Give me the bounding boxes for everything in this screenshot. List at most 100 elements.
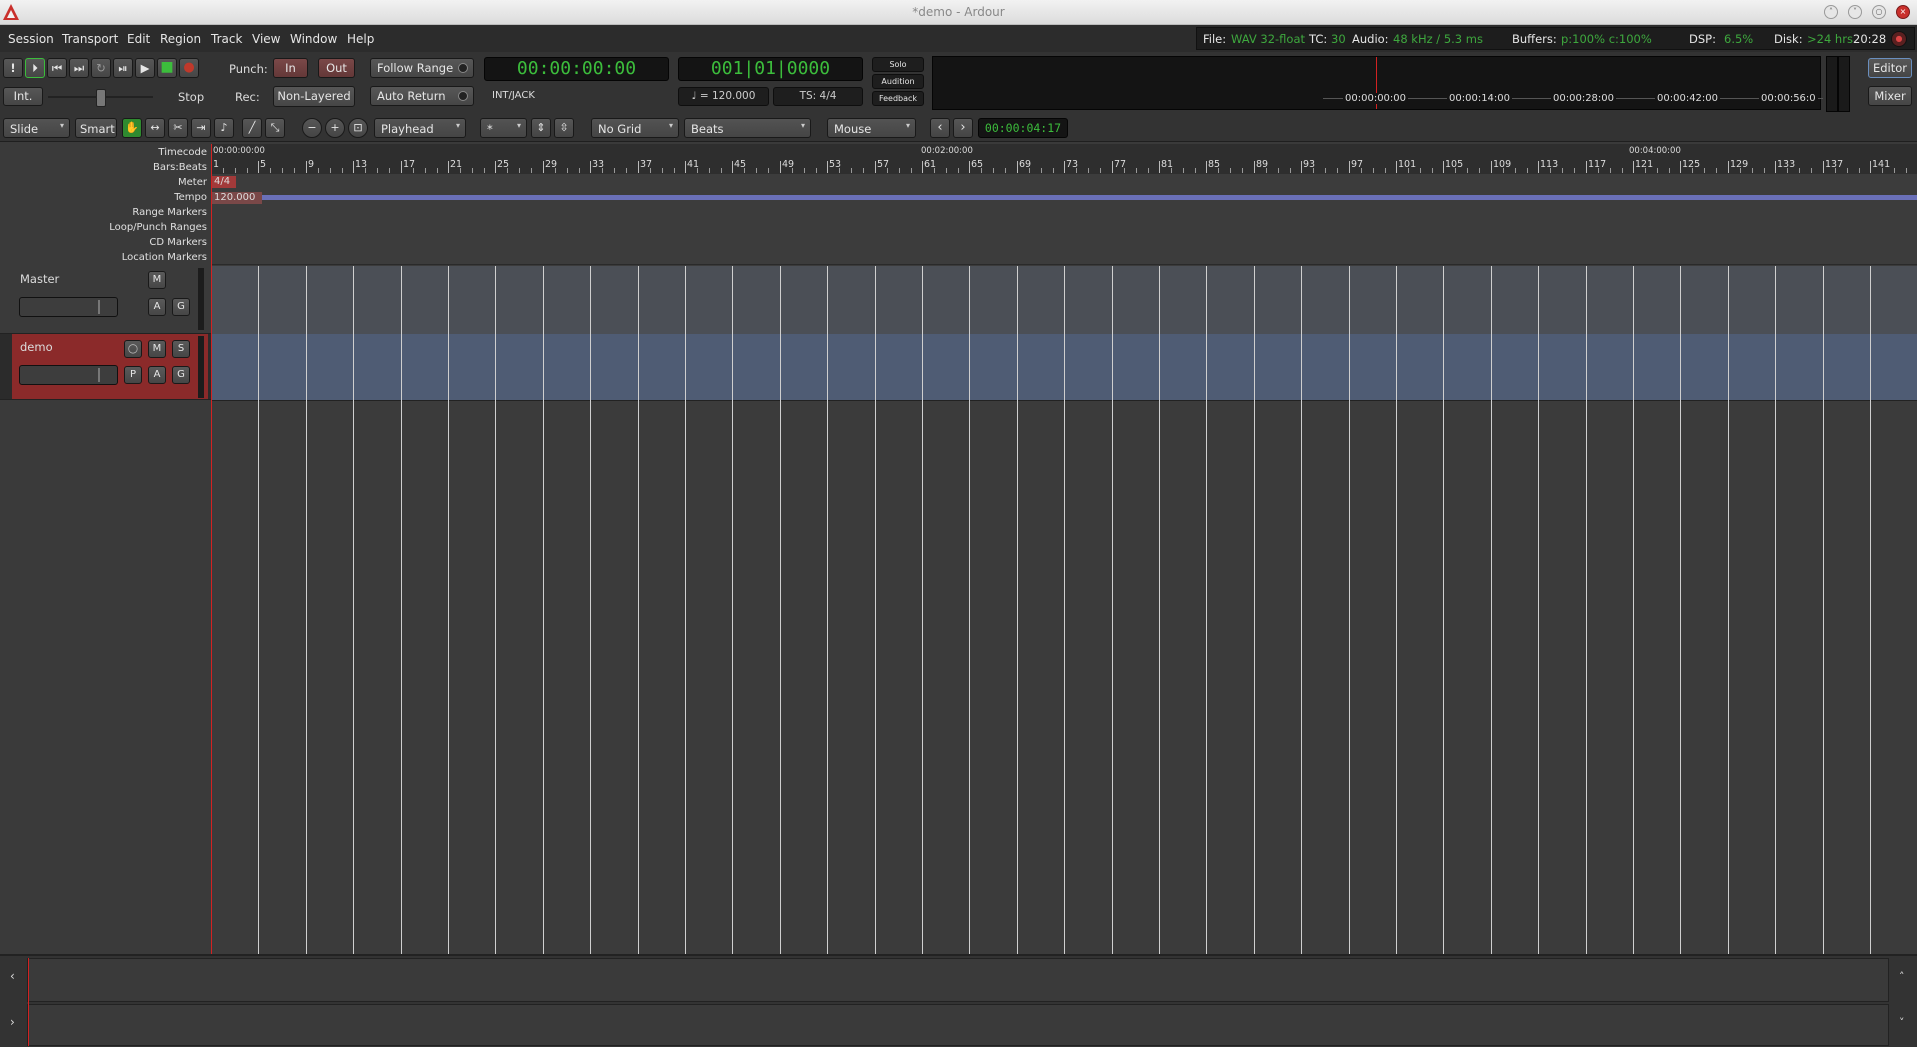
internal-edit-tool-icon[interactable]: ⤡: [265, 118, 285, 138]
nudge-forward-icon[interactable]: ›: [953, 118, 973, 138]
int-sync-button[interactable]: Int.: [3, 87, 43, 106]
demo-mute-button[interactable]: M: [148, 340, 166, 358]
draw-tool-icon[interactable]: ╱: [242, 118, 262, 138]
track-name-master[interactable]: Master: [20, 272, 59, 286]
master-group-button[interactable]: G: [172, 298, 190, 316]
track-header-master[interactable]: Master M A G: [0, 266, 211, 334]
goto-end-icon[interactable]: ⏭: [69, 58, 89, 78]
goto-start-icon[interactable]: ⏮: [47, 58, 67, 78]
mixer-button[interactable]: Mixer: [1868, 86, 1912, 106]
audition-tool-icon[interactable]: ♪: [214, 118, 234, 138]
play-icon[interactable]: ▶: [135, 58, 155, 78]
meter-ruler[interactable]: [211, 174, 1917, 190]
location-markers-ruler[interactable]: [211, 249, 1917, 265]
cd-markers-ruler[interactable]: [211, 234, 1917, 250]
punch-in-button[interactable]: In: [273, 58, 308, 78]
record-icon[interactable]: ●: [179, 58, 199, 78]
follow-range-button[interactable]: Follow Range: [370, 58, 474, 78]
tempo-display[interactable]: ♩ = 120.000: [678, 87, 769, 106]
demo-solo-button[interactable]: S: [172, 340, 190, 358]
editor-button[interactable]: Editor: [1868, 58, 1912, 78]
time-signature-display[interactable]: TS: 4/4: [773, 87, 863, 106]
track-name-demo[interactable]: demo: [20, 340, 53, 354]
summary-scroll-right-icon[interactable]: ›: [10, 1015, 15, 1029]
loop-icon[interactable]: ↻: [91, 58, 111, 78]
grid-type-dropdown[interactable]: Beats ▾: [684, 118, 811, 138]
grab-tool-icon[interactable]: ✋: [122, 118, 142, 138]
punch-out-button[interactable]: Out: [318, 58, 355, 78]
master-mute-button[interactable]: M: [148, 271, 166, 289]
grid-mode-dropdown[interactable]: No Grid ▾: [591, 118, 679, 138]
smart-mode-button[interactable]: Smart: [75, 118, 117, 138]
solo-indicator[interactable]: Solo: [872, 57, 924, 72]
stop-icon[interactable]: ■: [157, 58, 177, 78]
error-log-icon[interactable]: ●: [1891, 31, 1907, 47]
loop-punch-ruler[interactable]: [211, 219, 1917, 235]
demo-playlist-button[interactable]: P: [124, 366, 142, 384]
shrink-tracks-icon[interactable]: ⇕: [531, 118, 551, 138]
edit-mode-dropdown[interactable]: Slide ▾: [3, 118, 70, 138]
menu-help[interactable]: Help: [347, 32, 374, 46]
play-range-icon[interactable]: ⏯: [113, 58, 133, 78]
menu-session[interactable]: Session: [8, 32, 54, 46]
editor-canvas[interactable]: [211, 266, 1917, 954]
shuttle-slider-thumb[interactable]: [96, 89, 106, 107]
summary-scroll-down-icon[interactable]: ˅: [1899, 1016, 1905, 1029]
ruler-label-tempo[interactable]: Tempo: [174, 192, 207, 203]
ruler-label-range-markers[interactable]: Range Markers: [132, 207, 207, 218]
tempo-marker[interactable]: 120.000: [212, 192, 262, 204]
demo-gain-fader[interactable]: [19, 365, 118, 385]
stretch-tool-icon[interactable]: ⇥: [191, 118, 211, 138]
nudge-backward-icon[interactable]: ‹: [930, 118, 950, 138]
ruler-label-location-markers[interactable]: Location Markers: [122, 252, 207, 263]
summary-scroll-left-icon[interactable]: ‹: [10, 969, 15, 983]
meter-marker[interactable]: 4/4: [212, 176, 236, 188]
primary-clock[interactable]: 00:00:00:00: [484, 57, 669, 81]
menu-track[interactable]: Track: [211, 32, 242, 46]
zoom-out-icon[interactable]: −: [302, 118, 322, 138]
ruler-label-timecode[interactable]: Timecode: [158, 147, 207, 158]
range-markers-ruler[interactable]: [211, 204, 1917, 220]
window-close-icon[interactable]: ×: [1896, 5, 1910, 19]
summary-scroll-up-icon[interactable]: ˄: [1899, 970, 1905, 983]
cut-tool-icon[interactable]: ✂: [168, 118, 188, 138]
menu-transport[interactable]: Transport: [62, 32, 118, 46]
edit-point-dropdown[interactable]: Mouse ▾: [827, 118, 916, 138]
feedback-indicator[interactable]: Feedback: [872, 91, 924, 106]
window-shade-icon[interactable]: ˄: [1824, 5, 1838, 19]
playhead-line[interactable]: [211, 266, 212, 954]
zoom-in-icon[interactable]: +: [325, 118, 345, 138]
ruler-label-meter[interactable]: Meter: [178, 177, 207, 188]
menu-window[interactable]: Window: [290, 32, 337, 46]
secondary-clock[interactable]: 001|01|0000: [678, 57, 863, 81]
audition-indicator[interactable]: Audition: [872, 74, 924, 89]
ruler-label-cd-markers[interactable]: CD Markers: [149, 237, 207, 248]
window-minimize-icon[interactable]: ˅: [1848, 5, 1862, 19]
demo-record-arm-icon[interactable]: ○: [124, 340, 142, 358]
auto-return-button[interactable]: Auto Return: [370, 86, 474, 106]
zoom-to-session-icon[interactable]: ⊡: [348, 118, 368, 138]
rec-mode-dropdown[interactable]: Non-Layered: [273, 86, 355, 107]
demo-group-button[interactable]: G: [172, 366, 190, 384]
mini-timeline[interactable]: 00:00:00:00 00:00:14:00 00:00:28:00 00:0…: [932, 56, 1823, 110]
ruler-area[interactable]: 00:00:00:00 00:02:00:00 00:04:00:00 1 5 9 13 1…: [211, 144, 1917, 266]
track-header-demo[interactable]: demo ○ M S P A G: [0, 334, 211, 400]
master-automation-button[interactable]: A: [148, 298, 166, 316]
zoom-focus-dropdown[interactable]: Playhead ▾: [374, 118, 466, 138]
menu-edit[interactable]: Edit: [127, 32, 150, 46]
summary-top-pane[interactable]: [27, 958, 1889, 1002]
ruler-label-loop-punch[interactable]: Loop/Punch Ranges: [109, 222, 207, 233]
master-gain-fader[interactable]: [19, 297, 118, 317]
menu-region[interactable]: Region: [160, 32, 201, 46]
expand-tracks-icon[interactable]: ⇳: [554, 118, 574, 138]
summary-bottom-pane[interactable]: [27, 1004, 1889, 1046]
window-maximize-icon[interactable]: ○: [1872, 5, 1886, 19]
demo-automation-button[interactable]: A: [148, 366, 166, 384]
range-tool-icon[interactable]: ↔: [145, 118, 165, 138]
panic-icon[interactable]: !: [3, 58, 23, 78]
menu-view[interactable]: View: [252, 32, 280, 46]
ruler-label-bars-beats[interactable]: Bars:Beats: [153, 162, 207, 173]
auto-play-icon[interactable]: ⏵: [25, 58, 45, 78]
nudge-clock[interactable]: 00:00:04:17: [978, 118, 1068, 138]
visible-tracks-dropdown[interactable]: * ▾: [480, 118, 527, 138]
